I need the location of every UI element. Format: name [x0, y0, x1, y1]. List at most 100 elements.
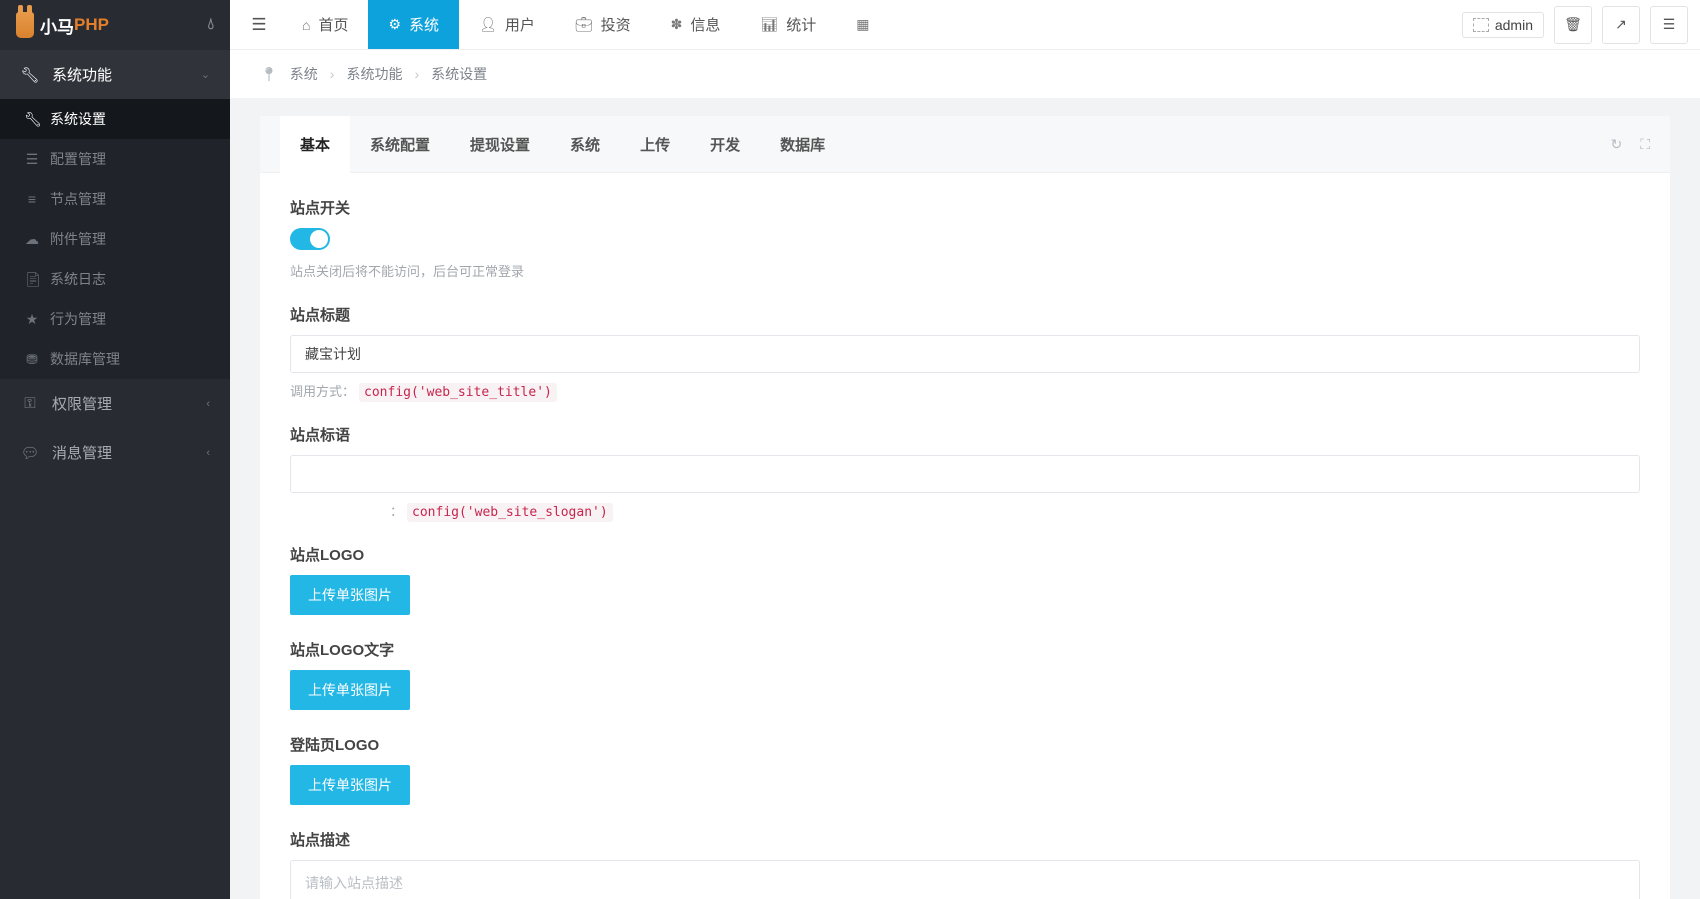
sliders-icon: ☰ — [24, 151, 40, 168]
sidebar-group-label: 权限管理 — [52, 393, 112, 414]
breadcrumb-item[interactable]: 系统功能 — [346, 64, 402, 84]
input-site-title[interactable] — [290, 335, 1640, 373]
label-site-switch: 站点开关 — [290, 197, 1640, 218]
wrench-icon: 🔧︎ — [24, 111, 40, 128]
field-site-title: 站点标题 调用方式：config('web_site_title') — [290, 304, 1640, 400]
sidebar-item-label: 配置管理 — [50, 149, 106, 169]
label-site-desc: 站点描述 — [290, 829, 1640, 850]
trash-button[interactable]: 🗑︎ — [1554, 6, 1592, 44]
pin-icon: 📍︎ — [260, 66, 278, 83]
avatar-broken-icon — [1473, 18, 1489, 32]
sidebar-item-behavior-manage[interactable]: ★ 行为管理 — [0, 299, 230, 339]
cloud-icon: ☁ — [24, 231, 40, 248]
content-scroll[interactable]: 基本 系统配置 提现设置 系统 上传 开发 数据库 ↻ ⛶ 站点开关 — [230, 98, 1700, 899]
bar-chart-icon: 📊︎ — [760, 16, 778, 33]
gear-icon: ⚙ — [388, 16, 401, 33]
upload-site-logo-text-button[interactable]: 上传单张图片 — [290, 670, 410, 710]
sidebar-item-node-manage[interactable]: ≡ 节点管理 — [0, 179, 230, 219]
field-login-logo: 登陆页LOGO 上传单张图片 — [290, 734, 1640, 805]
wrench-icon: 🔧︎ — [20, 66, 40, 84]
fullscreen-icon[interactable]: ⛶ — [1640, 136, 1650, 153]
input-site-slogan[interactable] — [290, 455, 1640, 493]
list-icon: ≡ — [24, 191, 40, 207]
label-site-logo-text: 站点LOGO文字 — [290, 639, 1640, 660]
refresh-icon[interactable]: ↻ — [1610, 136, 1622, 153]
field-site-desc: 站点描述 — [290, 829, 1640, 899]
settings-form: 站点开关 站点关闭后将不能访问，后台可正常登录 站点标题 调用方式：config… — [260, 173, 1670, 899]
chevron-right-icon: › — [330, 66, 335, 82]
user-menu[interactable]: admin — [1462, 12, 1544, 38]
sidebar-group-label: 消息管理 — [52, 442, 112, 463]
grid-icon: ▦ — [856, 16, 869, 33]
tab-basic[interactable]: 基本 — [280, 116, 350, 173]
breadcrumb: 📍︎ 系统 › 系统功能 › 系统设置 — [230, 50, 1700, 98]
hint-site-switch: 站点关闭后将不能访问，后台可正常登录 — [290, 261, 1640, 280]
upload-login-logo-button[interactable]: 上传单张图片 — [290, 765, 410, 805]
sidebar-submenu: 🔧︎ 系统设置 ☰ 配置管理 ≡ 节点管理 ☁ 附件管理 📄︎ 系统日志 ★ 行 — [0, 99, 230, 379]
textarea-site-desc[interactable] — [290, 860, 1640, 899]
sidebar-item-label: 行为管理 — [50, 309, 106, 329]
topnav-invest[interactable]: 💼︎ 投资 — [555, 0, 651, 49]
chevron-left-icon: ‹ — [206, 447, 210, 459]
topnav-apps[interactable]: ▦ — [836, 0, 889, 49]
sparkle-icon: ✽ — [671, 16, 683, 33]
topnav-stats[interactable]: 📊︎ 统计 — [740, 0, 836, 49]
chevron-right-icon: › — [414, 66, 419, 82]
settings-panel: 基本 系统配置 提现设置 系统 上传 开发 数据库 ↻ ⛶ 站点开关 — [260, 116, 1670, 899]
field-site-logo-text: 站点LOGO文字 上传单张图片 — [290, 639, 1640, 710]
label-login-logo: 登陆页LOGO — [290, 734, 1640, 755]
file-icon: 📄︎ — [24, 271, 40, 288]
chevron-left-icon: ‹ — [206, 398, 210, 410]
breadcrumb-item[interactable]: 系统 — [290, 64, 318, 84]
tab-withdraw[interactable]: 提现设置 — [450, 118, 550, 171]
sidebar-item-database-manage[interactable]: ⛃ 数据库管理 — [0, 339, 230, 379]
field-site-logo: 站点LOGO 上传单张图片 — [290, 544, 1640, 615]
toggle-sidebar-button[interactable]: ☰ — [242, 15, 276, 35]
upload-site-logo-button[interactable]: 上传单张图片 — [290, 575, 410, 615]
top-nav: ⌂首页 ⚙ 系统 👤︎ 用户 💼︎ 投资 ✽ 信息 📊︎ 统计 ▦ — [282, 0, 889, 49]
topnav-label: 信息 — [690, 14, 720, 35]
brand-logo[interactable]: 小马PHP 💧︎ — [0, 0, 230, 50]
sidebar-group-message[interactable]: 💬︎ 消息管理 ‹ — [0, 428, 230, 477]
label-site-title: 站点标题 — [290, 304, 1640, 325]
hint-site-slogan: ：config('web_site_slogan') — [390, 501, 1640, 520]
sidebar-item-attachment-manage[interactable]: ☁ 附件管理 — [0, 219, 230, 259]
settings-tabs: 基本 系统配置 提现设置 系统 上传 开发 数据库 ↻ ⛶ — [260, 116, 1670, 173]
database-icon: ⛃ — [24, 351, 40, 368]
tab-upload[interactable]: 上传 — [620, 118, 690, 171]
droplet-icon[interactable]: 💧︎ — [208, 16, 214, 34]
menu-button[interactable]: ☰ — [1650, 6, 1688, 44]
comment-icon: 💬︎ — [20, 444, 40, 462]
briefcase-icon: 💼︎ — [575, 16, 593, 33]
external-button[interactable]: ↗ — [1602, 6, 1640, 44]
sidebar-group-system-functions[interactable]: 🔧︎ 系统功能 ⌄ — [0, 50, 230, 99]
topnav-label: 用户 — [505, 14, 535, 35]
brand-text-2: PHP — [74, 15, 109, 35]
topnav-info[interactable]: ✽ 信息 — [651, 0, 741, 49]
key-icon: ⚿ — [20, 395, 40, 412]
user-icon: 👤︎ — [479, 16, 497, 33]
tab-sysconfig[interactable]: 系统配置 — [350, 118, 450, 171]
topnav-home[interactable]: ⌂首页 — [282, 0, 368, 49]
mascot-icon — [16, 12, 34, 38]
topbar: ☰ ⌂首页 ⚙系统 👤︎用户 💼︎投资 ✽信息 📊︎统计 ▦ admin 🗑︎ … — [230, 0, 1700, 50]
tab-system[interactable]: 系统 — [550, 118, 620, 171]
toggle-site-switch[interactable] — [290, 228, 330, 250]
topnav-label: 系统 — [409, 14, 439, 35]
sidebar-group-label: 系统功能 — [52, 64, 112, 85]
sidebar-item-label: 节点管理 — [50, 189, 106, 209]
tab-dev[interactable]: 开发 — [690, 118, 760, 171]
user-name: admin — [1495, 17, 1533, 33]
topnav-label: 投资 — [601, 14, 631, 35]
sidebar-item-config-manage[interactable]: ☰ 配置管理 — [0, 139, 230, 179]
sidebar-item-system-log[interactable]: 📄︎ 系统日志 — [0, 259, 230, 299]
main-area: ☰ ⌂首页 ⚙系统 👤︎用户 💼︎投资 ✽信息 📊︎统计 ▦ admin 🗑︎ … — [230, 0, 1700, 899]
breadcrumb-item[interactable]: 系统设置 — [431, 64, 487, 84]
sidebar-group-permission[interactable]: ⚿ 权限管理 ‹ — [0, 379, 230, 428]
topnav-label: 统计 — [786, 14, 816, 35]
star-icon: ★ — [24, 311, 40, 328]
topnav-system[interactable]: ⚙ 系统 — [368, 0, 459, 49]
topnav-user[interactable]: 👤︎ 用户 — [459, 0, 555, 49]
sidebar-item-system-settings[interactable]: 🔧︎ 系统设置 — [0, 99, 230, 139]
tab-database[interactable]: 数据库 — [760, 118, 845, 171]
